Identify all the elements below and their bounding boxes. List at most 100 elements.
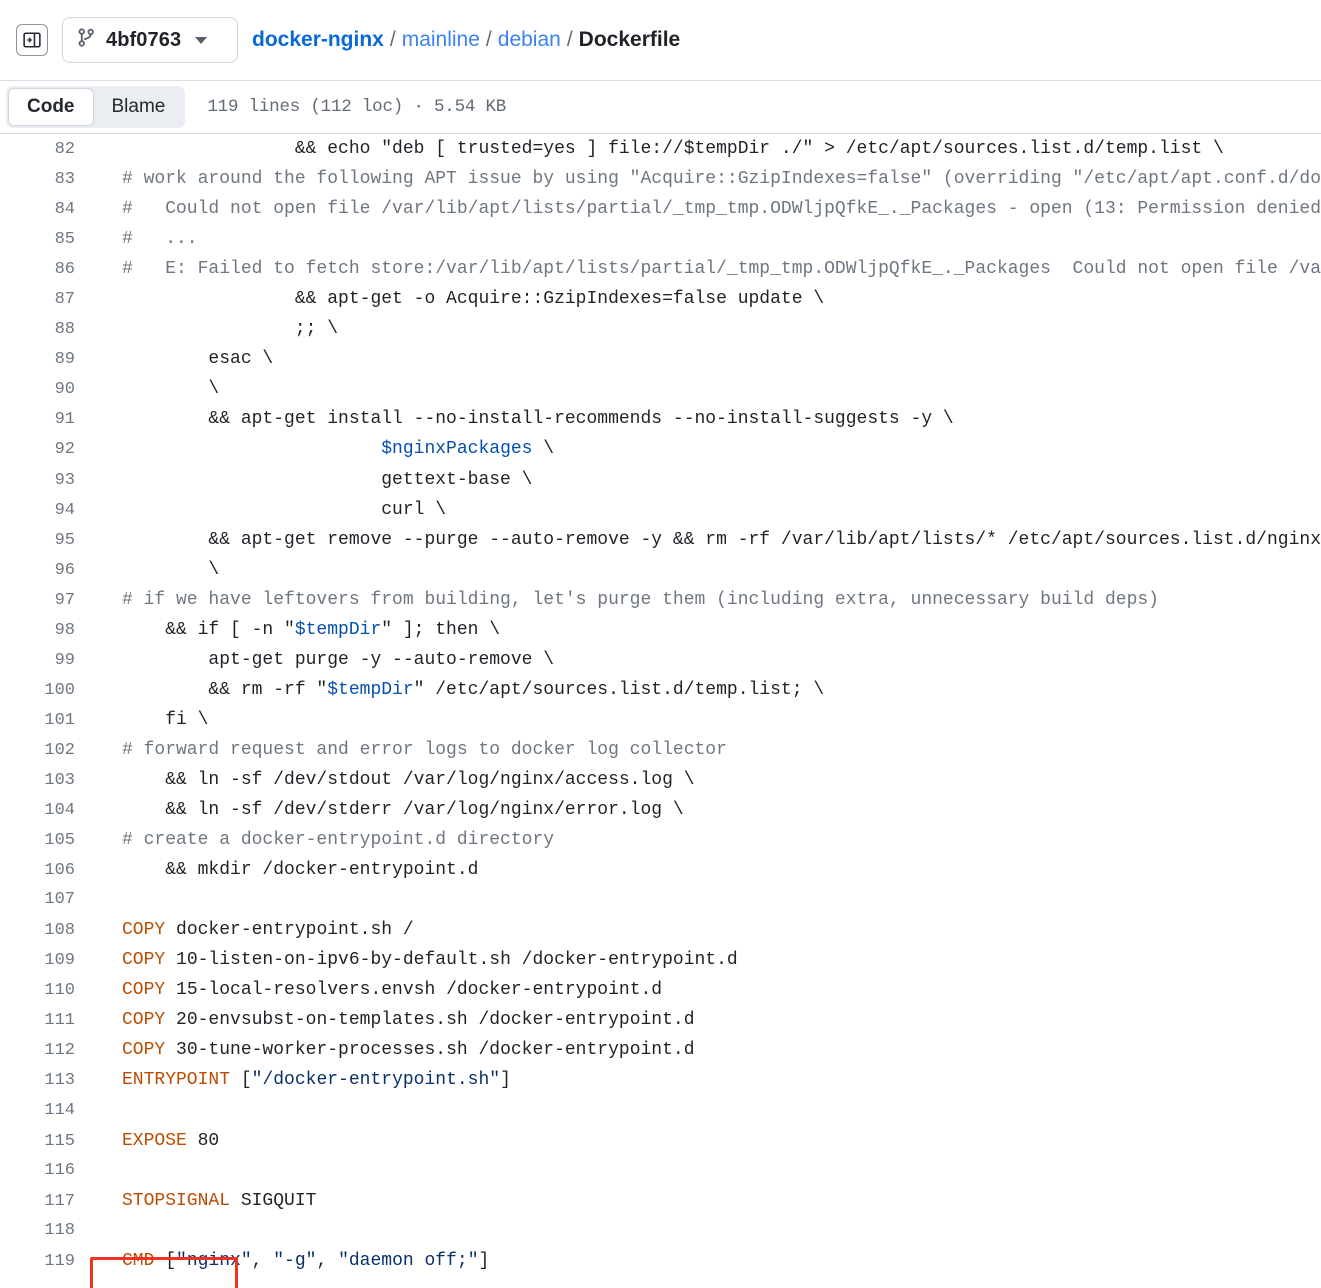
line-number[interactable]: 105 bbox=[0, 826, 90, 856]
line-number[interactable]: 111 bbox=[0, 1006, 90, 1036]
line-number[interactable]: 89 bbox=[0, 345, 90, 375]
line-number[interactable]: 93 bbox=[0, 466, 90, 496]
breadcrumb-dir-mainline[interactable]: mainline bbox=[402, 28, 480, 52]
line-number[interactable]: 82 bbox=[0, 135, 90, 165]
line-number[interactable]: 98 bbox=[0, 616, 90, 646]
tab-blame[interactable]: Blame bbox=[94, 88, 184, 126]
line-number[interactable]: 88 bbox=[0, 315, 90, 345]
line-content[interactable]: # Could not open file /var/lib/apt/lists… bbox=[90, 194, 1321, 224]
line-content[interactable]: $nginxPackages \ bbox=[90, 434, 554, 464]
code-token-plain: && ln -sf /dev/stdout /var/log/nginx/acc… bbox=[122, 769, 695, 790]
code-line: 93 gettext-base \ bbox=[0, 465, 1321, 495]
line-content[interactable]: # forward request and error logs to dock… bbox=[90, 735, 727, 765]
code-line: 88 ;; \ bbox=[0, 314, 1321, 344]
line-number[interactable]: 112 bbox=[0, 1036, 90, 1066]
line-number[interactable]: 101 bbox=[0, 706, 90, 736]
file-meta-bar: Code Blame 119 lines (112 loc) · 5.54 KB bbox=[0, 81, 1321, 134]
code-line: 86 # E: Failed to fetch store:/var/lib/ap… bbox=[0, 254, 1321, 284]
line-content[interactable]: # E: Failed to fetch store:/var/lib/apt/… bbox=[90, 254, 1321, 284]
line-number[interactable]: 83 bbox=[0, 165, 90, 195]
breadcrumb-repo-link[interactable]: docker-nginx bbox=[252, 28, 384, 52]
line-number[interactable]: 109 bbox=[0, 946, 90, 976]
line-number[interactable]: 95 bbox=[0, 526, 90, 556]
line-number[interactable]: 114 bbox=[0, 1096, 90, 1126]
line-number[interactable]: 84 bbox=[0, 195, 90, 225]
tab-code[interactable]: Code bbox=[8, 88, 94, 126]
line-content[interactable]: fi \ bbox=[90, 705, 208, 735]
line-content[interactable]: \ bbox=[90, 374, 219, 404]
line-content[interactable]: apt-get purge -y --auto-remove \ bbox=[90, 645, 554, 675]
line-number[interactable]: 94 bbox=[0, 496, 90, 526]
code-token-plain: fi \ bbox=[122, 709, 209, 730]
code-token-plain: " ]; then \ bbox=[381, 619, 501, 640]
code-token-plain: 30-tune-worker-processes.sh /docker-entr… bbox=[165, 1040, 695, 1061]
line-number[interactable]: 106 bbox=[0, 856, 90, 886]
line-number[interactable]: 107 bbox=[0, 885, 90, 915]
code-token-cmt: # ... bbox=[122, 229, 198, 250]
line-content[interactable]: && if [ -n "$tempDir" ]; then \ bbox=[90, 615, 500, 645]
line-number[interactable]: 92 bbox=[0, 435, 90, 465]
line-content[interactable]: gettext-base \ bbox=[90, 465, 532, 495]
line-content[interactable]: STOPSIGNAL SIGQUIT bbox=[90, 1186, 316, 1216]
line-number[interactable]: 90 bbox=[0, 375, 90, 405]
code-lines-container: 82 && echo "deb [ trusted=yes ] file://$… bbox=[0, 134, 1321, 1276]
line-content[interactable]: \ bbox=[90, 555, 219, 585]
line-content[interactable]: COPY 10-listen-on-ipv6-by-default.sh /do… bbox=[90, 945, 738, 975]
line-number[interactable]: 108 bbox=[0, 916, 90, 946]
code-token-cmt: # work around the following APT issue by… bbox=[122, 169, 1321, 190]
code-token-plain: esac \ bbox=[122, 349, 274, 370]
line-content[interactable]: && rm -rf "$tempDir" /etc/apt/sources.li… bbox=[90, 675, 824, 705]
line-content[interactable]: ENTRYPOINT ["/docker-entrypoint.sh"] bbox=[90, 1065, 511, 1095]
line-number[interactable]: 113 bbox=[0, 1066, 90, 1096]
line-content[interactable]: # create a docker-entrypoint.d directory bbox=[90, 825, 554, 855]
line-content[interactable]: && echo "deb [ trusted=yes ] file://$tem… bbox=[90, 134, 1224, 164]
line-number[interactable]: 87 bbox=[0, 285, 90, 315]
line-content[interactable]: && apt-get remove --purge --auto-remove … bbox=[90, 525, 1321, 555]
line-number[interactable]: 110 bbox=[0, 976, 90, 1006]
code-token-plain: , bbox=[316, 1250, 339, 1271]
line-content[interactable]: COPY docker-entrypoint.sh / bbox=[90, 915, 414, 945]
branch-selector-button[interactable]: 4bf0763 bbox=[62, 17, 238, 63]
line-content[interactable]: curl \ bbox=[90, 495, 446, 525]
line-number[interactable]: 99 bbox=[0, 646, 90, 676]
code-line: 83 # work around the following APT issue … bbox=[0, 164, 1321, 194]
sidebar-expand-button[interactable] bbox=[16, 24, 48, 56]
code-token-plain: , bbox=[251, 1250, 274, 1271]
code-token-kw: COPY bbox=[122, 1010, 166, 1031]
code-line: 101 fi \ bbox=[0, 705, 1321, 735]
line-content[interactable]: CMD ["nginx", "-g", "daemon off;"] bbox=[90, 1246, 489, 1276]
line-content[interactable]: # work around the following APT issue by… bbox=[90, 164, 1321, 194]
line-number[interactable]: 115 bbox=[0, 1127, 90, 1157]
breadcrumb-dir-debian[interactable]: debian bbox=[498, 28, 561, 52]
line-content[interactable]: # ... bbox=[90, 224, 198, 254]
code-line: 82 && echo "deb [ trusted=yes ] file://$… bbox=[0, 134, 1321, 164]
line-number[interactable]: 119 bbox=[0, 1247, 90, 1277]
line-number[interactable]: 97 bbox=[0, 586, 90, 616]
line-content[interactable]: EXPOSE 80 bbox=[90, 1126, 219, 1156]
code-token-plain: && ln -sf /dev/stderr /var/log/nginx/err… bbox=[122, 800, 684, 821]
line-content[interactable]: && mkdir /docker-entrypoint.d bbox=[90, 855, 478, 885]
line-number[interactable]: 100 bbox=[0, 676, 90, 706]
line-content[interactable]: COPY 20-envsubst-on-templates.sh /docker… bbox=[90, 1005, 695, 1035]
file-header-bar: 4bf0763 docker-nginx / mainline / debian… bbox=[0, 0, 1321, 81]
line-number[interactable]: 85 bbox=[0, 225, 90, 255]
line-number[interactable]: 103 bbox=[0, 766, 90, 796]
line-content[interactable]: && apt-get -o Acquire::GzipIndexes=false… bbox=[90, 284, 824, 314]
line-number[interactable]: 86 bbox=[0, 255, 90, 285]
line-content[interactable]: ;; \ bbox=[90, 314, 338, 344]
line-content[interactable]: esac \ bbox=[90, 344, 273, 374]
line-content[interactable]: && apt-get install --no-install-recommen… bbox=[90, 404, 953, 434]
line-number[interactable]: 116 bbox=[0, 1156, 90, 1186]
line-content[interactable]: # if we have leftovers from building, le… bbox=[90, 585, 1159, 615]
line-number[interactable]: 96 bbox=[0, 556, 90, 586]
line-content[interactable]: COPY 15-local-resolvers.envsh /docker-en… bbox=[90, 975, 662, 1005]
code-viewer[interactable]: 82 && echo "deb [ trusted=yes ] file://$… bbox=[0, 134, 1321, 1288]
line-content[interactable]: COPY 30-tune-worker-processes.sh /docker… bbox=[90, 1035, 695, 1065]
line-number[interactable]: 104 bbox=[0, 796, 90, 826]
line-number[interactable]: 117 bbox=[0, 1187, 90, 1217]
line-number[interactable]: 91 bbox=[0, 405, 90, 435]
line-content[interactable]: && ln -sf /dev/stdout /var/log/nginx/acc… bbox=[90, 765, 695, 795]
line-number[interactable]: 118 bbox=[0, 1216, 90, 1246]
line-number[interactable]: 102 bbox=[0, 736, 90, 766]
line-content[interactable]: && ln -sf /dev/stderr /var/log/nginx/err… bbox=[90, 795, 684, 825]
